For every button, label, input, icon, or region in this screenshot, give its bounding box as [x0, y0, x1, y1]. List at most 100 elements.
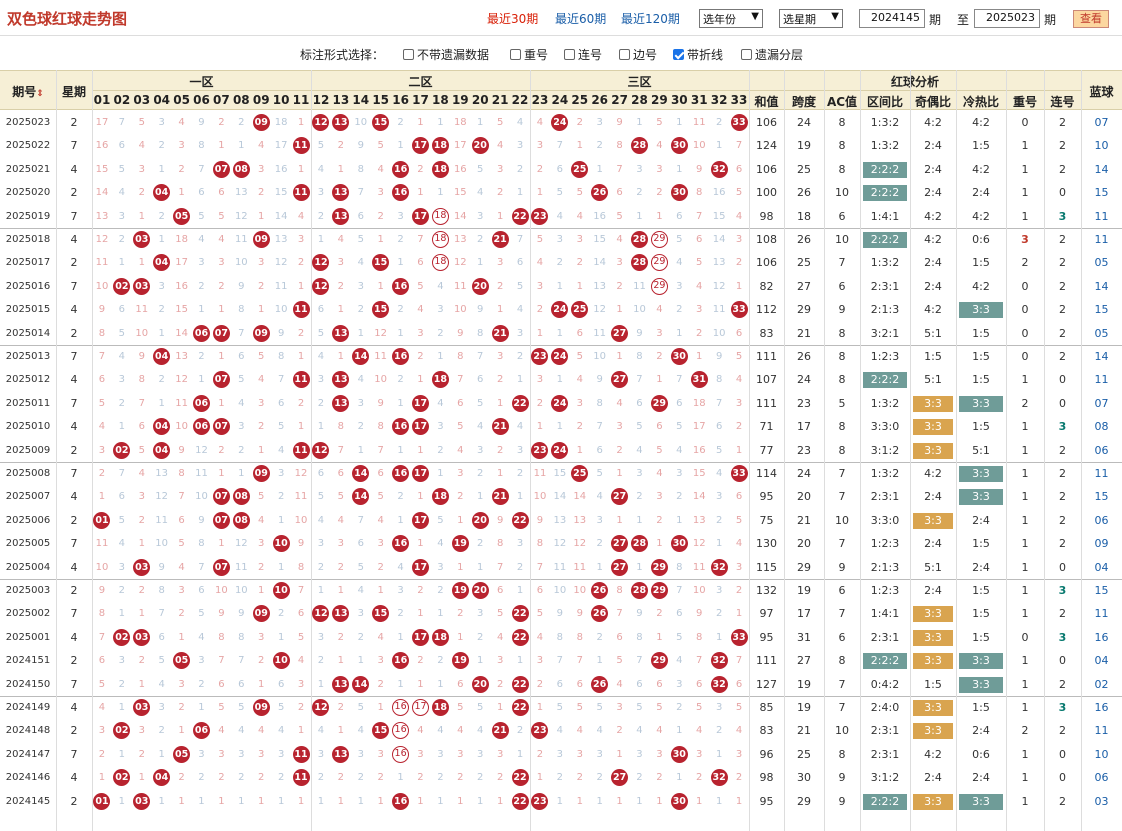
checkbox-icon[interactable] [564, 49, 575, 60]
sum-cell: 95 [759, 794, 774, 808]
period-link-60[interactable]: 最近60期 [555, 10, 606, 27]
header-issue[interactable]: 期号⇕ [0, 83, 56, 100]
sort-icon[interactable]: ⇕ [36, 89, 44, 99]
header-number-29: 29 [651, 93, 668, 107]
column-divider [92, 70, 93, 831]
omission-cell: 10 [95, 561, 109, 573]
omission-cell: 8 [696, 187, 703, 199]
checkbox-icon[interactable] [619, 49, 630, 60]
column-divider [956, 70, 957, 831]
omission-cell: 1 [715, 140, 723, 152]
omission-cell: 2 [477, 234, 484, 245]
omission-cell: 3 [596, 514, 603, 526]
omission-cell: 5 [317, 327, 325, 339]
red-ball: 30 [670, 137, 688, 155]
omission-cell: 8 [616, 585, 623, 596]
red-ball: 22 [511, 207, 529, 225]
repeat-cell: 1 [1021, 467, 1029, 480]
issue-cell: 2025001 [5, 631, 51, 643]
omission-cell: 2 [715, 725, 723, 737]
omission-cell: 1 [277, 561, 285, 573]
repeat-cell: 0 [1021, 630, 1029, 644]
omission-cell: 6 [616, 631, 623, 643]
red-ball: 13 [332, 184, 350, 202]
period-link-120[interactable]: 最近120期 [621, 10, 680, 27]
omission-cell: 2 [735, 257, 743, 269]
consecutive-cell: 0 [1059, 747, 1066, 761]
option-repeat[interactable]: 重号 [510, 46, 548, 63]
ac-cell: 6 [838, 584, 846, 597]
omission-cell: 3 [735, 397, 743, 409]
from-issue-input[interactable]: 2024145 [859, 9, 925, 28]
ac-cell: 7 [838, 256, 846, 270]
consecutive-cell: 2 [1059, 513, 1066, 527]
omission-cell: 5 [616, 210, 623, 222]
checkbox-icon[interactable] [741, 49, 752, 60]
red-ball: 22 [511, 699, 529, 716]
red-ball: 03 [133, 628, 151, 646]
omission-cell: 7 [536, 561, 544, 573]
omission-cell: 1 [337, 585, 345, 596]
sum-cell: 95 [759, 490, 774, 504]
week-select[interactable]: 选星期 ▼ [779, 9, 843, 28]
hot-cold-cell: 3:3 [959, 302, 1003, 319]
red-ball: 15 [372, 301, 390, 319]
omission-cell: 1 [536, 327, 544, 339]
column-divider [910, 70, 911, 831]
omission-cell: 3 [258, 257, 265, 269]
week-cell: 2 [70, 724, 78, 738]
sum-cell: 111 [756, 350, 777, 363]
omission-cell: 1 [496, 468, 504, 479]
omission-cell: 6 [218, 678, 225, 690]
omission-cell: 14 [593, 257, 607, 269]
omission-cell: 5 [258, 491, 265, 503]
repeat-cell: 1 [1021, 607, 1029, 621]
omission-cell: 1 [735, 444, 743, 456]
omission-cell: 14 [712, 234, 726, 245]
omission-cell: 1 [357, 444, 364, 456]
omission-cell: 2 [596, 631, 603, 643]
omission-cell: 1 [516, 491, 524, 503]
omission-cell: 4 [656, 725, 663, 737]
omission-cell: 15 [593, 234, 607, 245]
sum-cell: 96 [759, 747, 774, 761]
omission-cell: 1 [636, 210, 643, 222]
omission-cell: 5 [656, 444, 663, 456]
checkbox-icon[interactable] [510, 49, 521, 60]
omission-cell: 5 [735, 702, 743, 713]
sum-cell: 111 [756, 396, 777, 410]
option-polyline[interactable]: 带折线 [673, 46, 723, 63]
option-no-omission[interactable]: 不带遗漏数据 [403, 46, 489, 63]
omission-cell: 1 [118, 748, 126, 760]
span-cell: 24 [797, 467, 811, 480]
checkbox-icon[interactable] [403, 49, 414, 60]
red-ball: 33 [730, 465, 748, 482]
table-row: 2025009 2 3 02 5 04 9 12 2 2 1 4 11 12 7 1 7 1 1 2 4 3 2 3 23 24 1… [0, 439, 1122, 462]
omission-cell: 2 [576, 117, 583, 128]
option-omission-layer[interactable]: 遗漏分层 [741, 46, 803, 63]
omission-cell: 14 [573, 491, 587, 503]
red-ball: 16 [392, 792, 410, 810]
option-consecutive[interactable]: 连号 [564, 46, 602, 63]
omission-cell: 10 [234, 585, 248, 596]
period-link-30[interactable]: 最近30期 [487, 10, 538, 27]
query-button[interactable]: 查看 [1073, 10, 1109, 28]
red-ball: 20 [471, 582, 489, 599]
omission-cell: 8 [277, 351, 285, 362]
omission-cell: 7 [357, 187, 364, 199]
zone-ratio-cell: 2:2:2 [863, 372, 907, 389]
omission-cell: 3 [616, 257, 623, 269]
blue-ball-cell: 15 [1094, 584, 1109, 597]
omission-cell: 6 [118, 304, 126, 316]
omission-cell: 5 [118, 514, 126, 526]
checkbox-checked-icon[interactable] [673, 49, 684, 60]
repeat-cell: 0 [1021, 350, 1029, 363]
header-number-27: 27 [611, 93, 628, 107]
option-edge[interactable]: 边号 [619, 46, 657, 63]
to-issue-input[interactable]: 2025023 [974, 9, 1040, 28]
year-select[interactable]: 选年份 ▼ [699, 9, 763, 28]
zone-ratio-cell: 2:2:2 [863, 793, 907, 810]
omission-cell: 1 [258, 678, 265, 690]
omission-cell: 9 [636, 327, 643, 339]
consecutive-cell: 2 [1059, 303, 1066, 317]
